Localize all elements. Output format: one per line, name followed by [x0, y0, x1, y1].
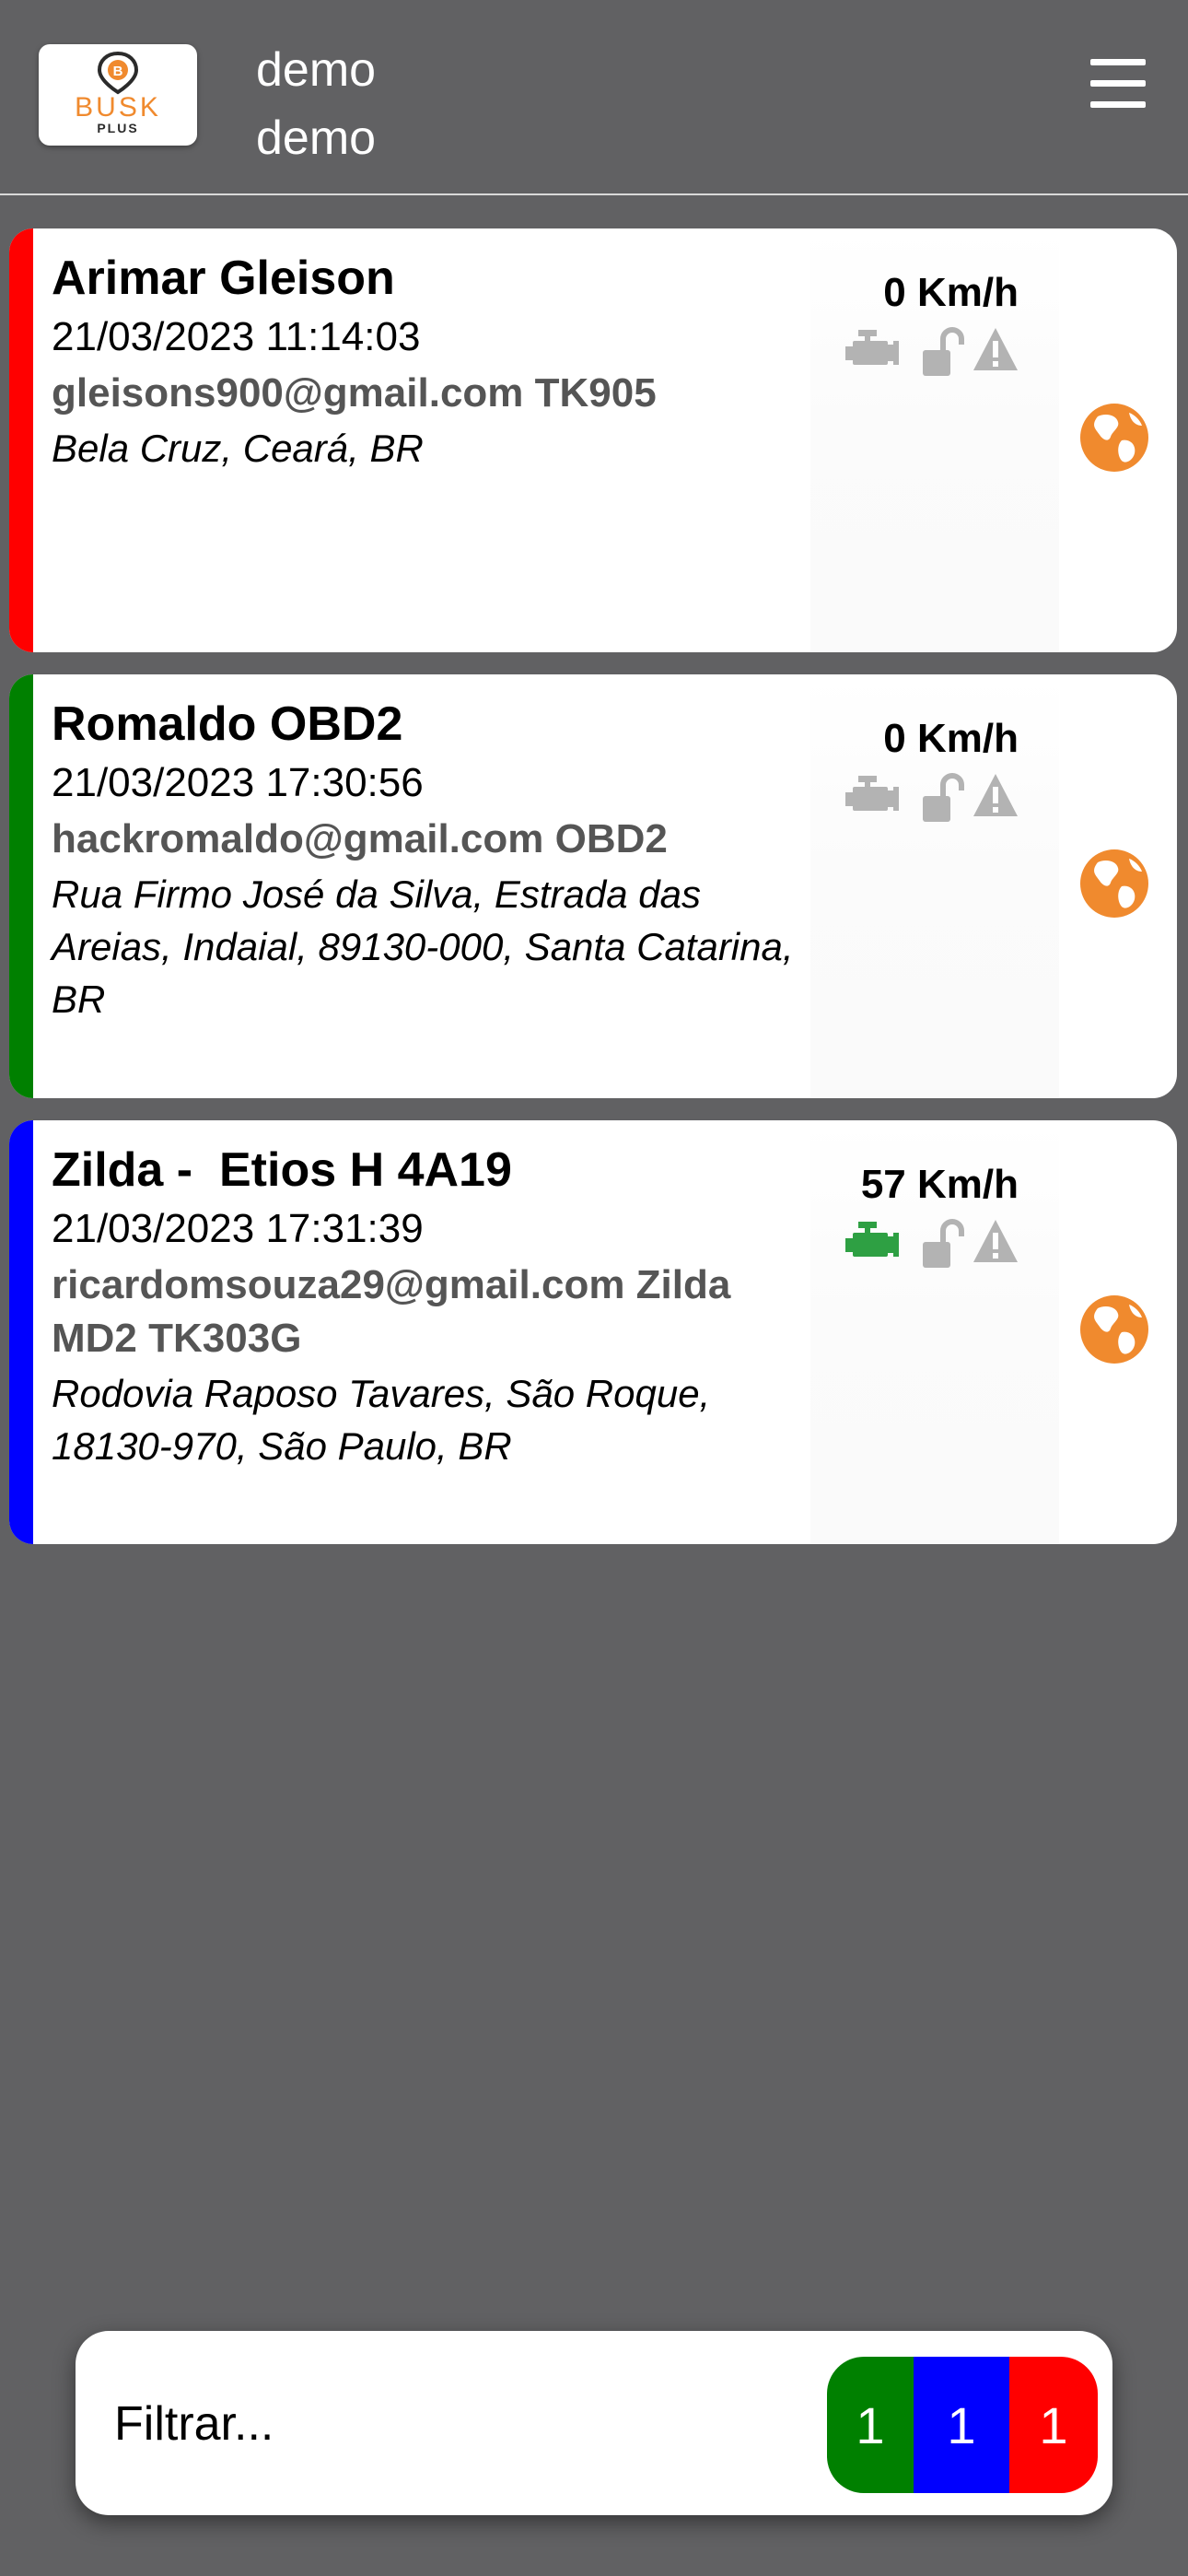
vehicle-speed: 0 Km/h: [883, 270, 1019, 315]
unlocked-padlock-icon: [923, 773, 964, 822]
globe-icon[interactable]: [1079, 394, 1149, 481]
vehicle-address: Bela Cruz, Ceará, BR: [52, 427, 424, 470]
vehicle-datetime: 21/03/2023 17:31:39: [52, 1206, 424, 1251]
vehicle-card[interactable]: Romaldo OBD2 21/03/2023 17:30:56 hackrom…: [9, 674, 1177, 1098]
globe-icon[interactable]: [1079, 840, 1149, 927]
filter-input[interactable]: [114, 2383, 759, 2465]
user-account: demo: [256, 111, 377, 165]
vehicle-name: Romaldo OBD2: [52, 697, 403, 751]
status-counters: 1 1 1: [827, 2357, 1098, 2493]
warning-icon: [973, 774, 1018, 816]
filter-bar: 1 1 1: [76, 2331, 1112, 2515]
unlocked-padlock-icon: [923, 327, 964, 376]
vehicle-datetime: 21/03/2023 17:30:56: [52, 760, 424, 805]
counter-blue-button[interactable]: 1: [914, 2357, 1009, 2493]
warning-icon: [973, 1220, 1018, 1262]
status-stripe: [9, 228, 33, 652]
vehicle-speed: 57 Km/h: [860, 1162, 1019, 1207]
hamburger-menu-icon[interactable]: [1083, 53, 1153, 114]
counter-red-button[interactable]: 1: [1009, 2357, 1098, 2493]
warning-icon: [973, 328, 1018, 370]
svg-text:B: B: [113, 64, 123, 79]
engine-icon: [845, 330, 899, 365]
counter-green-button[interactable]: 1: [827, 2357, 914, 2493]
globe-icon[interactable]: [1079, 1286, 1149, 1373]
status-stripe: [9, 1120, 33, 1544]
vehicle-address: Rodovia Raposo Tavares, São Roque, 18130…: [52, 1372, 711, 1468]
unlocked-padlock-icon: [923, 1219, 964, 1268]
vehicle-device: ricardomsouza29@gmail.com Zilda MD2 TK30…: [52, 1262, 731, 1361]
engine-icon: [845, 1222, 899, 1257]
vehicle-speed: 0 Km/h: [883, 716, 1019, 761]
vehicle-card[interactable]: Zilda - Etios H 4A19 21/03/2023 17:31:39…: [9, 1120, 1177, 1544]
app-header: B BUSK PLUS demo demo: [0, 0, 1188, 195]
vehicle-device: gleisons900@gmail.com TK905: [52, 370, 657, 416]
vehicle-name: Arimar Gleison: [52, 252, 395, 305]
vehicle-datetime: 21/03/2023 11:14:03: [52, 314, 421, 359]
vehicle-device: hackromaldo@gmail.com OBD2: [52, 816, 668, 861]
status-stripe: [9, 674, 33, 1098]
vehicle-card[interactable]: Arimar Gleison 21/03/2023 11:14:03 gleis…: [9, 228, 1177, 652]
busk-plus-logo: B BUSK PLUS: [39, 44, 197, 146]
vehicle-address: Rua Firmo José da Silva, Estrada das Are…: [52, 872, 794, 1021]
vehicle-name: Zilda - Etios H 4A19: [52, 1143, 512, 1197]
user-name: demo: [256, 43, 377, 97]
svg-text:BUSK: BUSK: [75, 92, 161, 123]
svg-text:PLUS: PLUS: [97, 121, 138, 135]
engine-icon: [845, 776, 899, 811]
